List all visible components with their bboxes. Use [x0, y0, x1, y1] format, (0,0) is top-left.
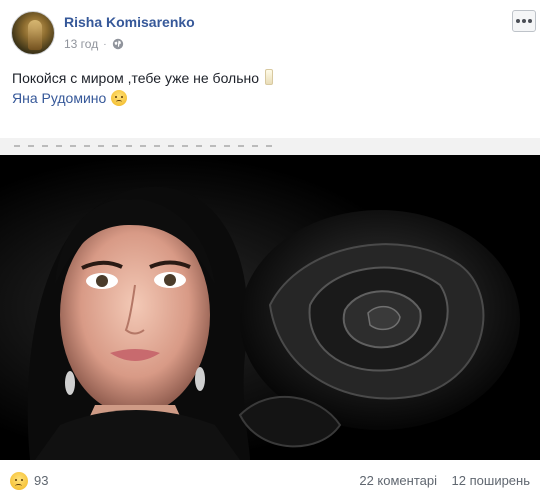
meta-separator: ·	[103, 38, 107, 50]
more-options-icon	[516, 19, 520, 23]
photo-top-strip	[0, 138, 540, 155]
reaction-count[interactable]: 93	[34, 473, 48, 488]
globe-icon[interactable]	[112, 38, 124, 50]
mention-link[interactable]: Яна Рудомино	[12, 90, 106, 106]
post-message: Покойся с миром ,тебе уже не больно	[12, 70, 260, 86]
shares-count-link[interactable]: 12 поширень	[452, 473, 530, 488]
sad-reaction-icon[interactable]	[10, 472, 28, 490]
author-name[interactable]: Risha Komisarenko	[64, 14, 195, 30]
avatar[interactable]	[11, 11, 55, 55]
candle-icon	[265, 69, 274, 85]
post-time[interactable]: 13 год	[64, 37, 98, 51]
mention-line: Яна Рудомино	[12, 88, 128, 109]
more-options-button[interactable]	[512, 10, 536, 32]
sad-emoji-icon	[111, 90, 128, 106]
photo-image	[0, 155, 540, 460]
post-meta: 13 год ·	[64, 37, 124, 51]
post-header: Risha Komisarenko 13 год ·	[0, 0, 540, 60]
post-photo[interactable]	[0, 138, 540, 460]
post-text: Покойся с миром ,тебе уже не больно	[12, 68, 274, 89]
post-footer: 93 22 коментарі 12 поширень	[0, 460, 540, 499]
comments-count-link[interactable]: 22 коментарі	[359, 473, 437, 488]
